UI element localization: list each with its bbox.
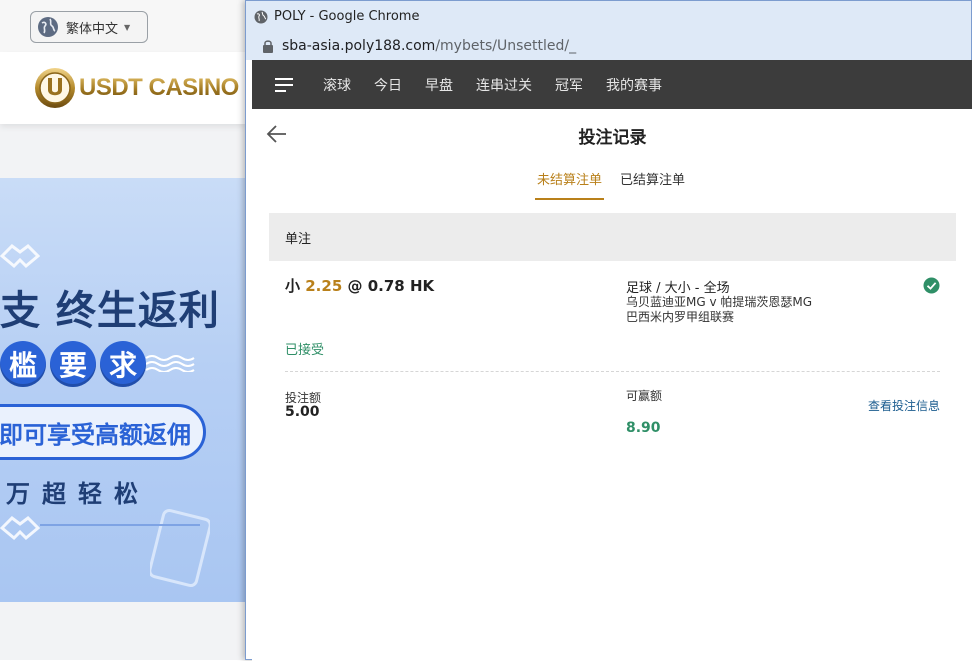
language-select[interactable]: 繁体中文 ▼ [30,11,148,43]
tab-unsettled[interactable]: 未结算注单 [535,167,605,200]
window-titlebar[interactable]: POLY - Google Chrome [246,1,971,32]
handshake-icon [0,516,40,541]
bet-selection-line: 小 2.25 @ 0.78 HK [285,275,434,296]
card-decoration-icon [150,508,210,588]
wave-icon [145,355,195,372]
section-header-single: 单注 [269,213,956,261]
tab-settled[interactable]: 已结算注单 [618,167,687,200]
banner-pill: 求 [100,341,146,387]
bet-tabs: 未结算注单 已结算注单 [535,167,701,200]
bet-at-sign: @ [347,277,363,295]
nav-item-my-events[interactable]: 我的赛事 [606,75,662,95]
bet-status: 已接受 [285,343,325,358]
banner-subline: 万超轻松 [6,480,150,508]
banner-pill: 槛 [0,341,46,387]
bet-history-page: 投注记录 未结算注单 已结算注单 单注 小 2.25 @ 0.78 HK 足球 … [252,109,972,661]
chevron-down-icon: ▼ [124,22,131,32]
potential-win-value: 8.90 [626,420,661,436]
window-title: POLY - Google Chrome [274,9,420,24]
background-site: 繁体中文 ▼ USDT CASINO 支 终生返利 槛 要 求 即可享受高额返佣… [0,0,246,660]
potential-win-label: 可赢额 [626,389,663,403]
banner-pill-row: 槛 要 求 [0,341,150,387]
nav-item-today[interactable]: 今日 [374,75,402,95]
banner-divider [40,524,200,526]
banner-headline: 支 终生返利 [0,288,220,334]
promo-banner[interactable]: 支 终生返利 槛 要 求 即可享受高额返佣 万超轻松 [0,178,246,602]
page-title: 投注记录 [578,128,647,148]
bet-divider [285,371,940,372]
check-circle-icon [923,277,940,294]
casino-logo-text[interactable]: USDT CASINO [79,74,239,102]
banner-pill: 要 [50,341,96,387]
address-bar[interactable]: sba-asia.poly188.com/mybets/Unsettled/_ [246,32,971,60]
sportsbook-nav: 滚球 今日 早盘 连串过关 冠军 我的赛事 [252,60,972,109]
language-label: 繁体中文 [66,21,119,37]
bet-list: 单注 小 2.25 @ 0.78 HK 足球 / 大小 - 全场 乌贝蓝迪亚MG… [269,213,956,451]
page-footer-area [0,602,246,660]
hamburger-menu-icon[interactable] [275,77,293,92]
url-text[interactable]: sba-asia.poly188.com/mybets/Unsettled/_ [282,38,576,54]
chrome-popup-window: POLY - Google Chrome sba-asia.poly188.co… [245,0,972,661]
nav-item-outright[interactable]: 冠军 [555,75,583,95]
bet-handicap: 2.25 [305,277,343,295]
handshake-icon [0,244,40,269]
lock-icon[interactable] [262,39,274,53]
language-bar: 繁体中文 ▼ [0,0,246,52]
bet-card: 小 2.25 @ 0.78 HK 足球 / 大小 - 全场 乌贝蓝迪亚MG v … [269,261,956,451]
globe-icon [38,17,58,37]
casino-logo-icon [35,68,75,108]
nav-item-parlay[interactable]: 连串过关 [476,75,532,95]
view-bet-details-link[interactable]: 查看投注信息 [868,397,940,414]
logo-bar: USDT CASINO [0,52,246,124]
url-host: sba-asia.poly188.com [282,38,436,54]
bet-selection: 小 [285,277,301,295]
bet-league: 巴西米内罗甲组联赛 [626,310,735,324]
url-path: /mybets/Unsettled/_ [435,38,577,54]
nav-item-inplay[interactable]: 滚球 [323,75,351,95]
site-favicon-icon [254,10,268,23]
banner-oval: 即可享受高额返佣 [0,404,206,460]
stake-value: 5.00 [285,404,320,420]
nav-item-early[interactable]: 早盘 [425,75,453,95]
bet-odds: 0.78 HK [367,277,435,295]
banner-oval-text: 即可享受高额返佣 [0,420,191,449]
